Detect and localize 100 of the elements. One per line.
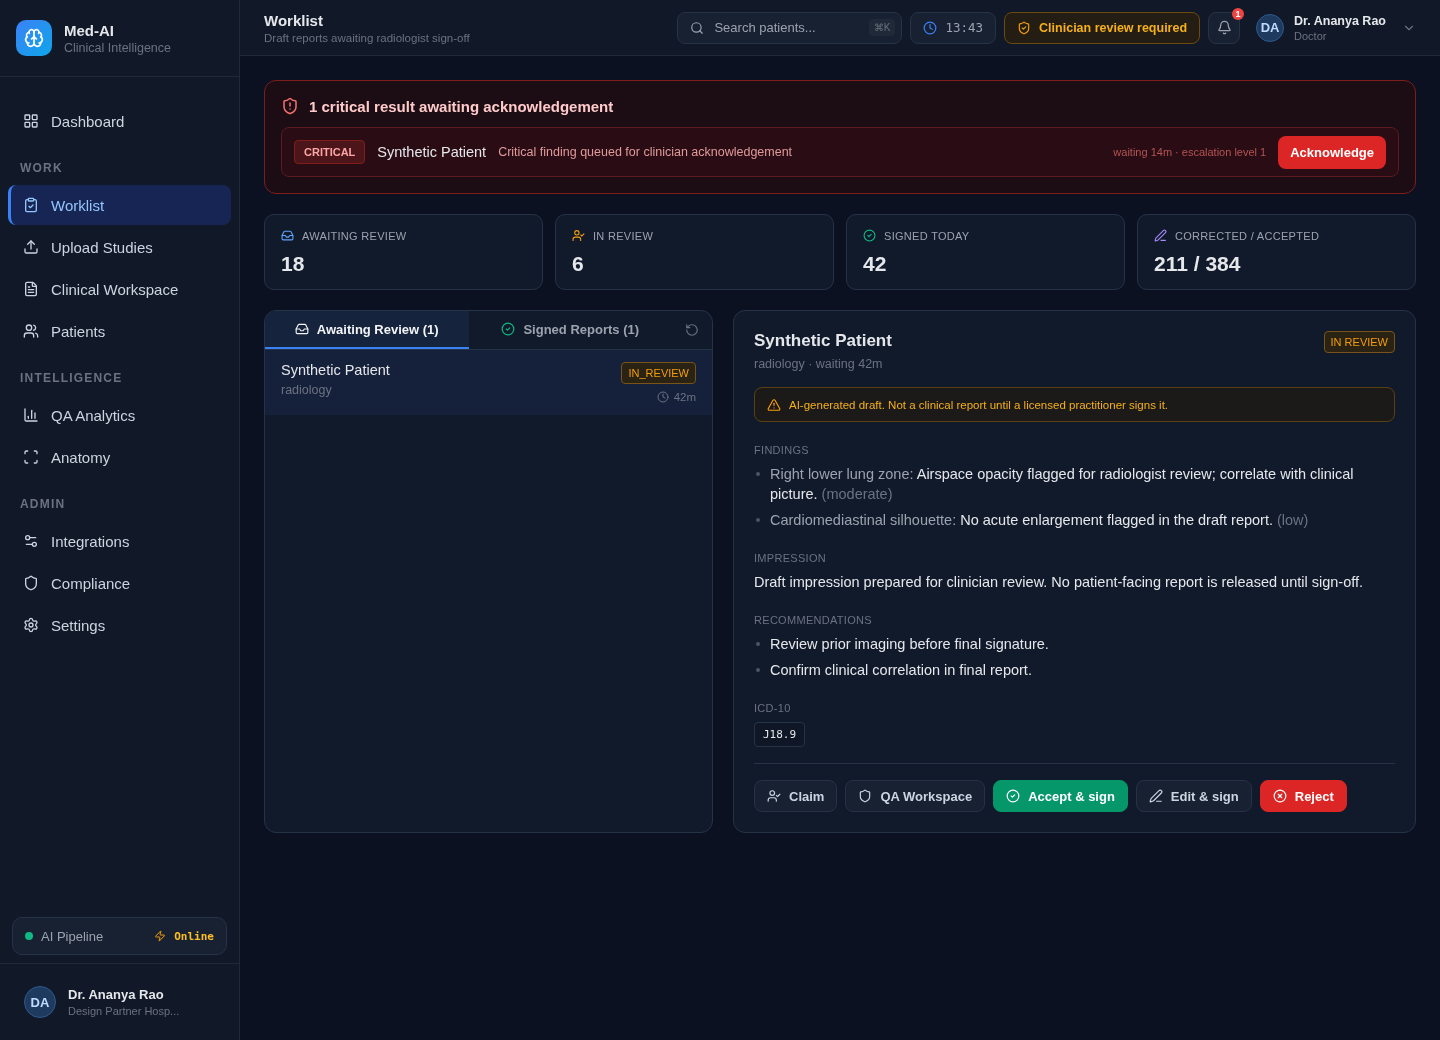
action-button[interactable]: Reject <box>1259 780 1347 812</box>
pen-icon <box>1154 229 1167 242</box>
user-organization: Design Partner Hosp... <box>68 1005 180 1017</box>
acknowledge-button[interactable]: Acknowledge <box>1278 135 1386 169</box>
settings-icon <box>23 617 39 633</box>
pipeline-label: AI Pipeline <box>41 928 105 944</box>
bell-icon <box>1216 20 1232 35</box>
alert-message: Critical finding queued for clinician acknowledgement <box>498 145 794 159</box>
notification-count: 1 <box>1232 7 1245 20</box>
document-icon <box>23 281 39 297</box>
page-subtitle: Draft reports awaiting radiologist sign-off <box>264 31 471 44</box>
patient-name: Synthetic Patient <box>281 362 390 378</box>
user-name: Dr. Ananya Rao <box>1294 13 1386 28</box>
review-required-text: Clinician review required <box>1039 20 1188 35</box>
section-heading: RECOMMENDATIONS <box>754 614 873 626</box>
section-heading: IMPRESSION <box>754 552 828 564</box>
warning-icon <box>767 397 781 412</box>
notifications-button[interactable]: 1 <box>1208 11 1241 44</box>
clock-icon <box>923 20 938 35</box>
nav-item[interactable]: Worklist <box>8 185 231 225</box>
action-button[interactable]: QA Workspace <box>845 780 986 812</box>
warning-text: AI-generated draft. Not a clinical report until a licensed practitioner signs it. <box>789 398 1169 411</box>
nav-section-heading: WORK <box>19 160 64 177</box>
impression-text: Draft impression prepared for clinician review. No patient-facing report is released until sign-off. <box>754 573 1365 592</box>
nav-item[interactable]: Settings <box>8 605 231 645</box>
x-circle-icon <box>1272 789 1287 803</box>
search-icon <box>690 20 705 35</box>
shield-icon <box>858 789 873 803</box>
shortcut-hint: ⌘K <box>868 19 896 36</box>
worklist-row[interactable]: Synthetic Patient radiology IN_REVIEW 42m <box>265 350 712 415</box>
worklist-tab[interactable]: Awaiting Review (1) <box>265 311 469 349</box>
recommendation-item: Confirm clinical correlation in final report. <box>754 660 1395 680</box>
nav-item[interactable]: Dashboard <box>8 101 231 141</box>
section-heading: ICD-10 <box>754 702 792 714</box>
stat-value: 6 <box>572 252 585 276</box>
worklist-tab[interactable]: Signed Reports (1) <box>468 311 672 349</box>
time-text: 13:43 <box>945 20 984 35</box>
patient-name: Synthetic Patient <box>754 331 892 351</box>
action-button[interactable]: Edit & sign <box>1135 780 1252 812</box>
stat-label: SIGNED TODAY <box>884 229 970 242</box>
shield-icon <box>1017 20 1032 35</box>
action-button[interactable]: Accept & sign <box>993 780 1128 812</box>
user-check-icon <box>572 229 585 242</box>
report-meta: radiology · waiting 42m <box>754 357 884 371</box>
user-role: Doctor <box>1294 29 1328 42</box>
logo-icon <box>16 20 52 56</box>
user-name: Dr. Ananya Rao <box>68 987 165 1002</box>
nav-item[interactable]: Upload Studies <box>8 227 231 267</box>
nav-section-heading: ADMIN <box>19 496 67 513</box>
check-circle-icon <box>501 322 516 336</box>
waiting-time: 42m <box>673 391 696 403</box>
inbox-icon <box>281 229 294 242</box>
department: radiology <box>281 383 333 397</box>
stat-label: IN REVIEW <box>593 229 654 242</box>
status-tag: IN_REVIEW <box>621 362 696 384</box>
users-icon <box>23 323 39 339</box>
escalation-info: waiting 14m · escalation level 1 <box>1113 146 1267 158</box>
shield-icon <box>23 575 39 591</box>
search-input[interactable]: Search patients... <box>712 19 861 36</box>
stat-value: 42 <box>863 252 888 276</box>
check-circle-icon <box>863 229 876 242</box>
grid-icon <box>23 113 39 129</box>
status-tag: IN REVIEW <box>1323 331 1395 353</box>
bolt-icon <box>154 930 167 942</box>
nav-item[interactable]: Patients <box>8 311 231 351</box>
page-title: Worklist <box>264 11 324 29</box>
patient-name: Synthetic Patient <box>377 144 487 160</box>
brand-name: Med-AI <box>64 21 115 39</box>
stat-label: AWAITING REVIEW <box>302 229 407 242</box>
stat-value: 211 / 384 <box>1154 252 1242 276</box>
finding-item: Right lower lung zone: Airspace opacity flagged for radiologist review; correlate with clinical picture. (moderate) <box>754 464 1395 504</box>
shield-alert-icon <box>281 97 299 115</box>
bar-chart-icon <box>23 407 39 423</box>
critical-tag: CRITICAL <box>294 140 366 164</box>
pen-icon <box>1148 789 1163 803</box>
check-circle-icon <box>1006 789 1021 803</box>
icd-code: J18.9 <box>754 722 806 747</box>
nav-item[interactable]: Integrations <box>8 521 231 561</box>
alert-title: 1 critical result awaiting acknowledgement <box>309 97 614 115</box>
user-avatar: DA <box>1256 13 1285 42</box>
finding-item: Cardiomediastinal silhouette: No acute enlargement flagged in the draft report. (low) <box>754 510 1395 530</box>
refresh-icon[interactable] <box>685 323 699 337</box>
stat-label: CORRECTED / ACCEPTED <box>1175 229 1320 242</box>
inbox-icon <box>294 322 309 336</box>
pipeline-status: Online <box>174 929 214 943</box>
section-heading: FINDINGS <box>754 444 810 456</box>
clipboard-icon <box>23 197 39 213</box>
stat-value: 18 <box>281 252 306 276</box>
nav-item[interactable]: Clinical Workspace <box>8 269 231 309</box>
action-button[interactable]: Claim <box>754 780 838 812</box>
brand-subtitle: Clinical Intelligence <box>64 40 171 55</box>
scan-icon <box>23 449 39 465</box>
nav-item[interactable]: Anatomy <box>8 437 231 477</box>
upload-icon <box>23 239 39 255</box>
nav-section-heading: INTELLIGENCE <box>19 370 124 387</box>
clock-icon <box>656 391 669 403</box>
nav-item[interactable]: QA Analytics <box>8 395 231 435</box>
user-check-icon <box>767 789 781 803</box>
nav-item[interactable]: Compliance <box>8 563 231 603</box>
recommendation-item: Review prior imaging before final signature. <box>754 634 1395 654</box>
